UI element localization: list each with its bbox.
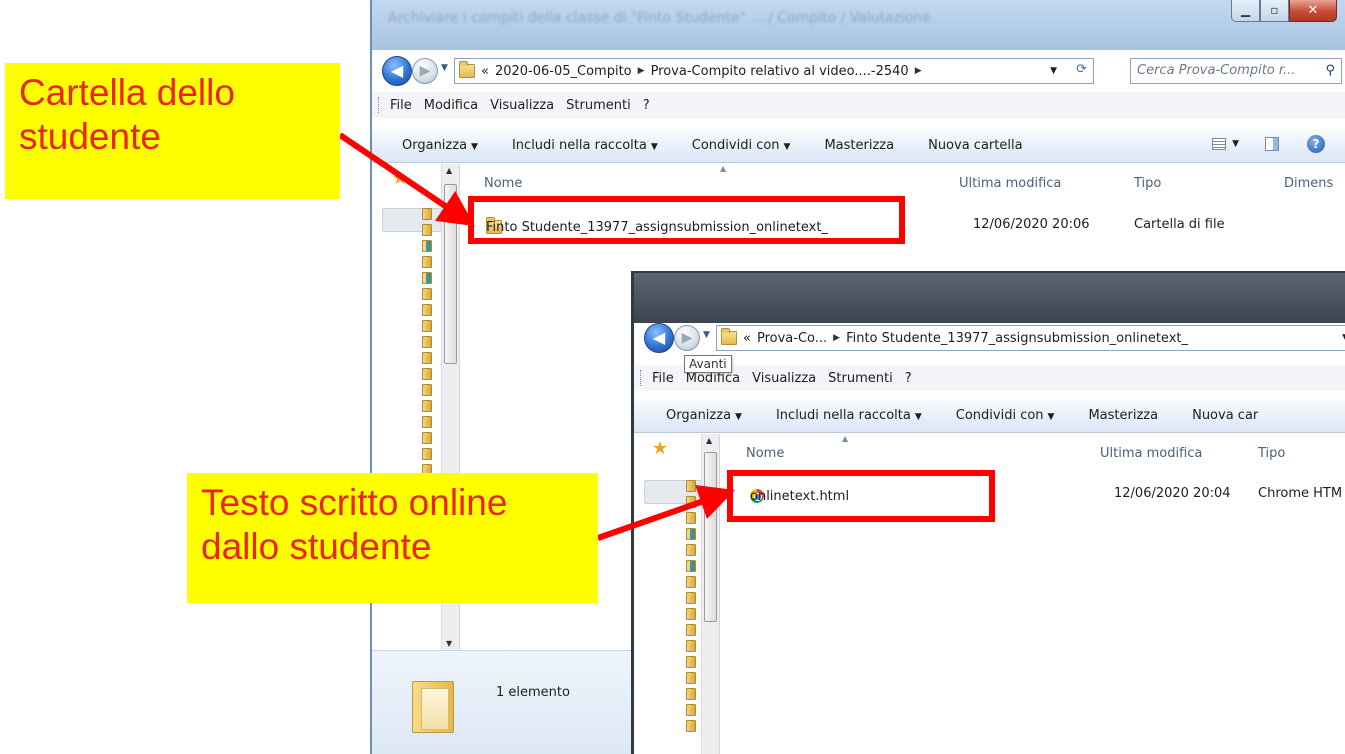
callout-line: studente — [19, 116, 161, 157]
arrow-to-folder — [338, 132, 475, 227]
arrow-to-file — [597, 484, 735, 541]
callout-line: Testo scritto online — [201, 482, 508, 523]
callout-student-folder: Cartella dello studente — [5, 63, 340, 199]
callout-line: dallo studente — [201, 526, 432, 567]
callout-online-text: Testo scritto online dallo studente — [187, 473, 598, 603]
callout-line: Cartella dello — [19, 72, 235, 113]
